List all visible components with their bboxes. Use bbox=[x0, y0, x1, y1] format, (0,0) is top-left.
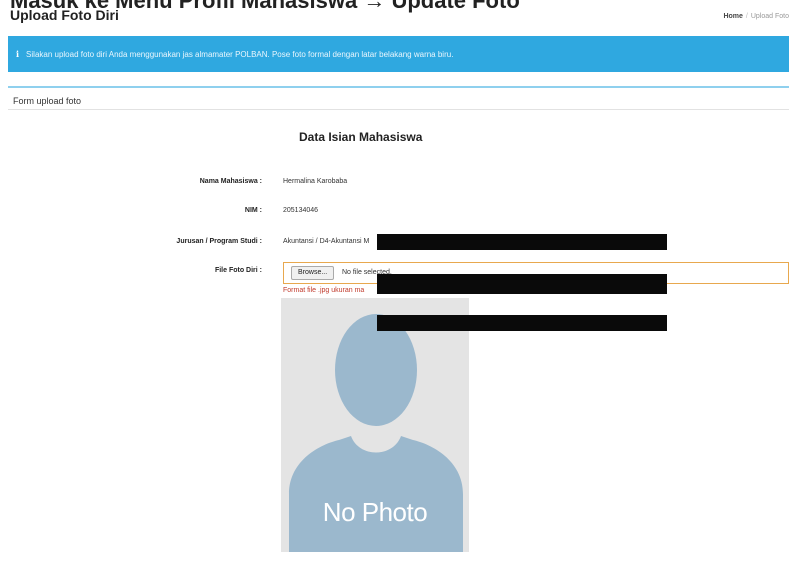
info-icon: i bbox=[16, 49, 20, 59]
form-title: Data Isian Mahasiswa bbox=[299, 130, 423, 144]
photo-placeholder: No Photo bbox=[281, 298, 469, 552]
redaction-bar bbox=[377, 274, 667, 294]
student-name-label: Nama Mahasiswa : bbox=[199, 178, 262, 185]
redaction-bar bbox=[377, 234, 667, 250]
panel-divider bbox=[8, 109, 789, 110]
breadcrumb-current: Upload Foto bbox=[750, 13, 789, 20]
student-id-value: 205134046 bbox=[283, 207, 319, 214]
panel-top-border bbox=[8, 86, 789, 88]
alert-text: Silakan upload foto diri Anda menggunaka… bbox=[26, 49, 454, 59]
page-title: Upload Foto Diri bbox=[10, 7, 119, 23]
info-alert: i Silakan upload foto diri Anda mengguna… bbox=[8, 36, 789, 72]
student-id-label: NIM : bbox=[244, 207, 262, 214]
breadcrumb-home[interactable]: Home bbox=[723, 13, 742, 20]
redaction-bar bbox=[377, 315, 667, 331]
program-label: Jurusan / Program Studi : bbox=[176, 238, 262, 245]
browse-button[interactable]: Browse... bbox=[291, 266, 335, 280]
program-value: Akuntansi / D4-Akuntansi M bbox=[283, 238, 370, 245]
student-name-value: Hermalina Karobaba bbox=[283, 178, 348, 185]
breadcrumb: Home / Upload Foto bbox=[723, 13, 789, 20]
photo-file-label: File Foto Diri : bbox=[214, 267, 262, 274]
panel-heading: Form upload foto bbox=[13, 96, 82, 106]
breadcrumb-separator: / bbox=[745, 13, 748, 20]
file-format-hint: Format file .jpg ukuran ma bbox=[283, 287, 365, 294]
no-photo-text: No Photo bbox=[322, 497, 428, 527]
